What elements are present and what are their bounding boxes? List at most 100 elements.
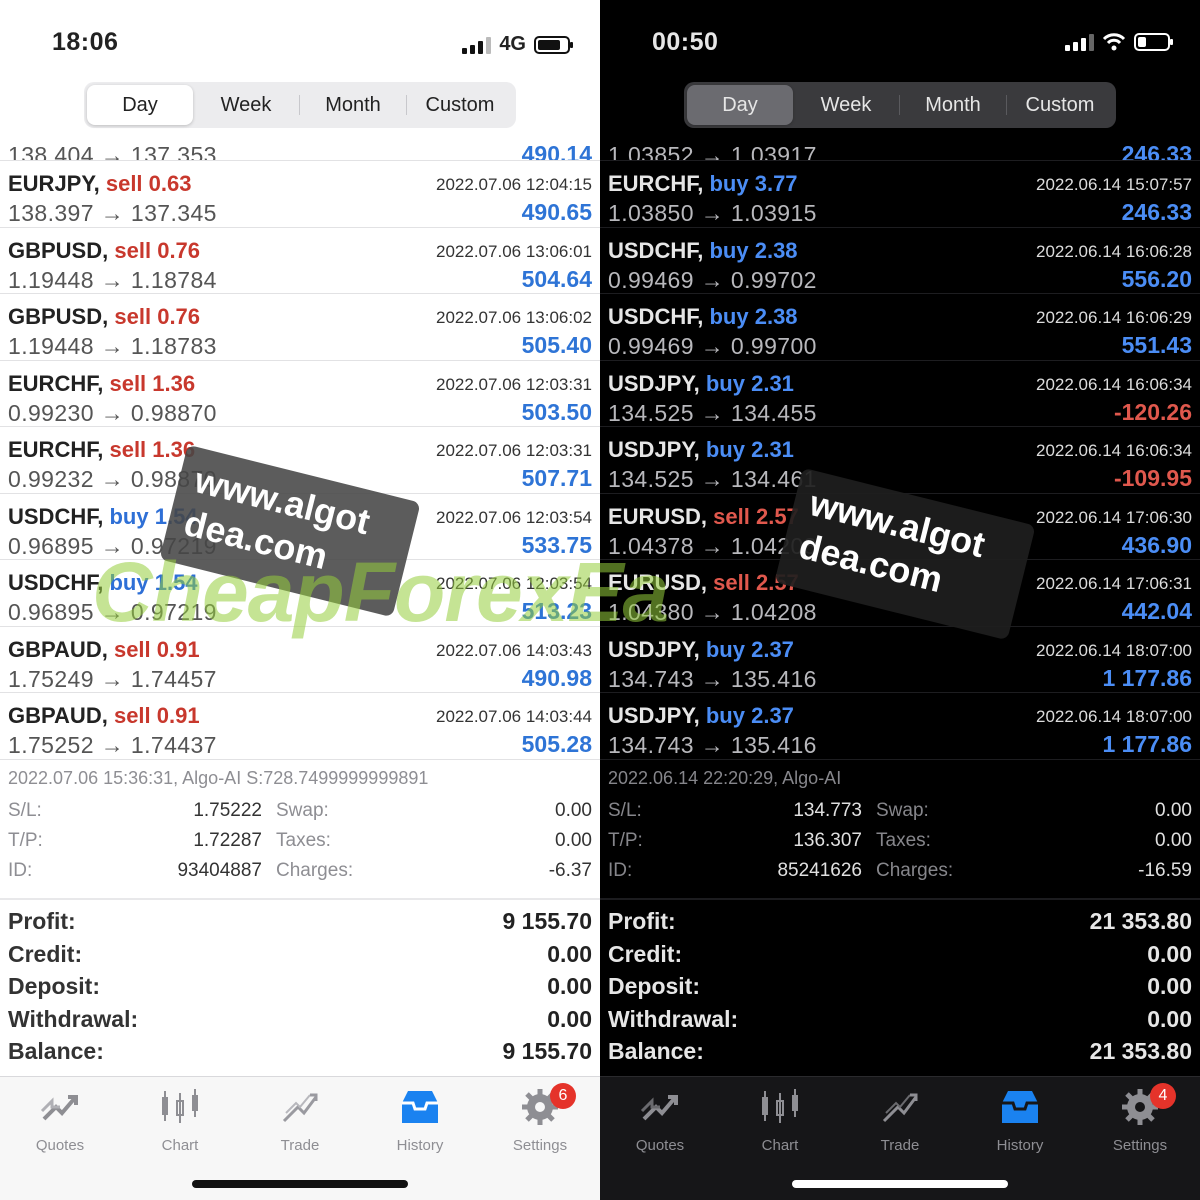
deal-side-type: buy: [109, 570, 149, 595]
deal-datetime: 2022.06.14 17:06:31: [1036, 574, 1192, 593]
profit-value: 21 353.80: [1089, 908, 1192, 934]
deal-row[interactable]: GBPUSD, sell 0.76 2022.07.06 13:06:02 1.19…: [0, 294, 600, 361]
deal-prices: 1.75252 → 1.74437: [8, 732, 217, 758]
deal-side: buy 2.31: [706, 371, 794, 396]
deal-row[interactable]: USDJPY, buy 2.37 2022.06.14 18:07:00 134.7…: [600, 627, 1200, 693]
home-indicator[interactable]: [192, 1180, 408, 1188]
deal-symbol: USDJPY, buy 2.31: [608, 437, 794, 463]
tabbar-trade[interactable]: Trade: [840, 1077, 960, 1167]
deal-row[interactable]: USDCHF, buy 2.38 2022.06.14 16:06:29 0.994…: [600, 294, 1200, 361]
deal-prices: 0.99230 → 0.98870: [8, 399, 217, 426]
deal-row-partial[interactable]: 138.404 → 137.353 490.14: [0, 128, 600, 161]
deal-row[interactable]: USDJPY, buy 2.37 2022.06.14 18:07:00 134.7…: [600, 693, 1200, 760]
taxes-value: 0.00: [555, 830, 592, 851]
deal-prices: 134.525 → 134.461: [608, 466, 817, 492]
id-value: 85241626: [777, 860, 862, 881]
deal-datetime: 2022.07.06 12:04:15: [436, 175, 592, 194]
deal-symbol: USDJPY, buy 2.37: [608, 637, 794, 663]
deal-symbol: EURUSD, sell 2.57: [608, 504, 799, 530]
deal-row[interactable]: GBPAUD, sell 0.91 2022.07.06 14:03:43 1.75…: [0, 627, 600, 693]
deal-profit: 1 177.86: [1102, 664, 1192, 691]
profit-label: Profit:: [608, 908, 676, 934]
deal-profit: 490.14: [521, 141, 592, 161]
deal-side-type: sell: [114, 304, 152, 329]
deal-pair: USDJPY,: [608, 703, 700, 728]
deal-side: buy 2.37: [706, 703, 794, 728]
withdrawal-value: 0.00: [547, 1005, 592, 1032]
deal-row[interactable]: EURJPY, sell 0.63 2022.07.06 12:04:15 138.…: [0, 161, 600, 228]
left-phone-screen: 18:06 4G Day Week Month Custom 138.404 →…: [0, 0, 600, 1200]
home-indicator[interactable]: [792, 1180, 1008, 1188]
tab-month[interactable]: Month: [300, 85, 406, 125]
deal-profit: 503.50: [521, 398, 592, 425]
deal-side: sell 1.36: [109, 437, 195, 462]
deal-volume: 2.31: [751, 437, 794, 462]
tabbar-chart[interactable]: Chart: [120, 1077, 240, 1167]
tabbar-history[interactable]: History: [960, 1077, 1080, 1167]
deal-profit: 490.98: [521, 664, 592, 691]
deals-list: 1.03852 → 1.03917 246.33 EURCHF, buy 3.7…: [600, 128, 1200, 760]
deal-row[interactable]: USDJPY, buy 2.31 2022.06.14 16:06:34 134.5…: [600, 361, 1200, 427]
tab-custom[interactable]: Custom: [1007, 85, 1113, 125]
deal-pair: EURUSD,: [608, 570, 708, 595]
deal-volume: 1.36: [152, 370, 196, 396]
deal-row[interactable]: EURCHF, sell 1.36 2022.07.06 12:03:31 0.99…: [0, 361, 600, 427]
deal-prices: 138.397 → 137.345: [8, 200, 217, 226]
tabbar-label: Settings: [512, 1137, 568, 1154]
deal-pair: USDCHF,: [608, 237, 704, 263]
tab-day[interactable]: Day: [687, 85, 793, 125]
deal-side-type: buy: [709, 171, 749, 196]
profit-value: 9 155.70: [502, 908, 592, 934]
deal-row[interactable]: USDCHF, buy 2.38 2022.06.14 16:06:28 0.994…: [600, 228, 1200, 294]
deal-row[interactable]: GBPAUD, sell 0.91 2022.07.06 14:03:44 1.75…: [0, 693, 600, 760]
tab-week[interactable]: Week: [793, 85, 899, 125]
charges-label: Charges:: [276, 860, 354, 881]
deal-row[interactable]: EURCHF, buy 3.77 2022.06.14 15:07:57 1.038…: [600, 161, 1200, 228]
deposit-label: Deposit:: [608, 973, 700, 1000]
tab-day[interactable]: Day: [87, 85, 193, 125]
deal-prices: 1.04380 → 1.04208: [608, 599, 817, 625]
deal-row[interactable]: USDJPY, buy 2.31 2022.06.14 16:06:34 134.5…: [600, 427, 1200, 494]
deal-symbol: USDJPY, buy 2.31: [608, 371, 794, 397]
tabbar-quotes[interactable]: Quotes: [0, 1077, 120, 1167]
deal-datetime: 2022.06.14 18:07:00: [1036, 640, 1192, 660]
deal-side: sell 0.91: [114, 703, 200, 728]
deals-list: 138.404 → 137.353 490.14 EURJPY, sell 0.…: [0, 128, 600, 760]
detail-title: 2022.07.06 15:36:31, Algo-AI S:728.74999…: [8, 768, 429, 788]
history-icon: [402, 1091, 438, 1123]
deal-pair: GBPUSD,: [8, 304, 109, 329]
quotes-icon: [640, 1095, 678, 1121]
deal-pair: GBPUSD,: [8, 237, 109, 263]
deal-side: sell 0.91: [114, 637, 200, 662]
deal-prices: 134.743 → 135.416: [608, 732, 817, 758]
deal-side: buy 3.77: [709, 171, 797, 196]
tabbar-label: Quotes: [35, 1137, 85, 1154]
deal-symbol: USDCHF, buy 2.38: [608, 304, 798, 330]
deal-prices: 1.03850 → 1.03915: [608, 200, 817, 226]
deal-datetime: 2022.06.14 16:06:34: [1036, 374, 1192, 394]
sl-value: 134.773: [793, 800, 862, 821]
deal-row-partial[interactable]: 1.03852 → 1.03917 246.33: [600, 128, 1200, 161]
detail-title: 2022.06.14 22:20:29, Algo-AI: [608, 768, 842, 788]
deal-side: sell 0.63: [106, 171, 192, 196]
tab-month[interactable]: Month: [900, 85, 1006, 125]
right-phone-screen: 00:50 Day Week Month Custom 1.03852 → 1.…: [600, 0, 1200, 1200]
deal-datetime: 2022.06.14 16:06:29: [1036, 308, 1192, 327]
trade-icon: [882, 1093, 918, 1123]
tabbar-settings[interactable]: Settings 4: [1080, 1077, 1200, 1167]
tabbar-trade[interactable]: Trade: [240, 1077, 360, 1167]
tab-week[interactable]: Week: [193, 85, 299, 125]
tabbar-history[interactable]: History: [360, 1077, 480, 1167]
deal-profit: 246.33: [1121, 199, 1192, 225]
deal-row[interactable]: GBPUSD, sell 0.76 2022.07.06 13:06:01 1.19…: [0, 228, 600, 294]
tabbar-label: History: [996, 1137, 1044, 1154]
deal-profit: 533.75: [521, 531, 592, 558]
tabbar-chart[interactable]: Chart: [720, 1077, 840, 1167]
credit-value: 0.00: [1147, 940, 1192, 967]
tabbar-label: Trade: [280, 1137, 320, 1154]
deal-profit: 1 177.86: [1102, 731, 1192, 757]
tab-custom[interactable]: Custom: [407, 85, 513, 125]
tabbar-quotes[interactable]: Quotes: [600, 1077, 720, 1167]
tabbar-settings[interactable]: Settings 6: [480, 1077, 600, 1167]
status-time: 18:06: [52, 28, 119, 56]
